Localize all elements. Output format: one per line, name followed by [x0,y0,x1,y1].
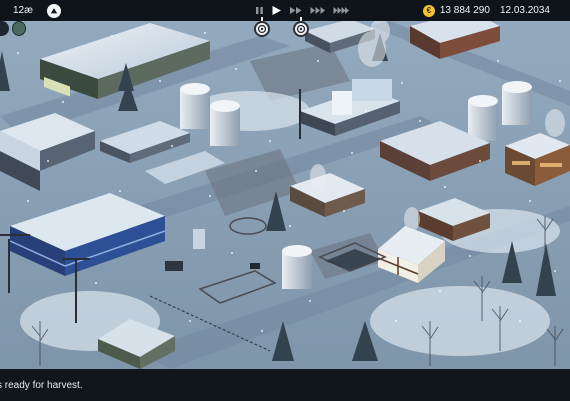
money-balance: 13 884 290 [439,5,490,16]
faster-forward-button[interactable] [310,0,326,21]
hud-right-group: € 13 884 290 12.03.2034 [422,0,570,21]
pause-icon [256,7,263,14]
triangle-up-icon [50,7,58,13]
overlay-toggle-icon[interactable] [12,21,26,36]
faster-forward-icon [310,7,325,14]
expand-menu-button[interactable] [47,3,62,18]
game-speed-controls [255,0,349,21]
fastest-forward-icon [333,7,349,14]
snowy-farm-scene [0,21,570,369]
target-icon [296,24,306,34]
money-coin-icon: € [422,4,435,17]
hud-left-group: 12æ [0,0,62,21]
map-marker-stem [300,17,302,21]
map-marker-stem [261,17,263,21]
notification-message: s ready for harvest. [0,379,83,391]
fast-forward-icon [290,7,302,14]
game-date: 12.03.2034 [499,5,550,16]
game-map-viewport[interactable] [0,21,570,369]
top-hud-bar: 12æ € 13 884 290 12.03.2034 [0,0,570,21]
play-button[interactable] [271,0,282,21]
map-marker-pin[interactable] [254,21,270,37]
fastest-forward-button[interactable] [333,0,349,21]
notification-bar[interactable]: s ready for harvest. [0,369,570,401]
population-counter: 12æ [13,5,34,16]
map-marker-pin[interactable] [293,21,309,37]
left-overlay-icons [0,21,26,36]
play-icon [272,6,281,15]
panel-toggle-icon[interactable] [0,21,9,36]
target-icon [257,24,267,34]
